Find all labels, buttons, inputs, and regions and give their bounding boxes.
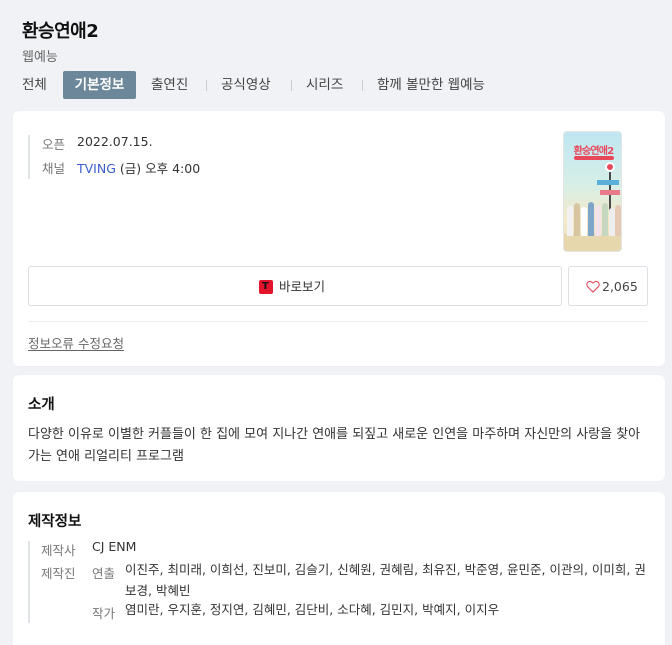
staff-label: 제작진	[41, 566, 76, 581]
poster-cast-group	[566, 198, 621, 236]
program-title[interactable]: 환승연애2	[22, 17, 99, 43]
premiere-label: 오픈	[42, 137, 66, 152]
writer-label: 작가	[92, 606, 116, 621]
producer-label: 제작사	[41, 543, 76, 558]
poster-ground	[564, 234, 621, 251]
program-genre: 웹예능	[22, 50, 58, 65]
poster-title-logo: 환승연애2	[573, 146, 615, 157]
poster-sign-badge	[605, 162, 615, 172]
intro-heading: 소개	[28, 397, 55, 413]
program-header: 환승연애2 웹예능 전체 기본정보 출연진 공식영상 시리즈 함께 볼만한 웹예…	[0, 0, 672, 108]
tab-divider	[291, 80, 292, 91]
director-label: 연출	[92, 566, 116, 581]
premiere-date: 2022.07.15.	[77, 134, 153, 149]
info-accent-bar	[28, 135, 30, 179]
watch-now-label: 바로보기	[279, 279, 326, 294]
producer-value[interactable]: CJ ENM	[92, 537, 136, 558]
tab-basic-info[interactable]: 기본정보	[63, 71, 136, 99]
intro-text: 다양한 이유로 이별한 커플들이 한 집에 모여 지나간 연애를 되짚고 새로운…	[28, 427, 641, 464]
channel-value: TVING (금) 오후 4:00	[77, 158, 200, 177]
writer-list: 염미란, 우지훈, 정지연, 김혜민, 김단비, 소다혜, 김민지, 박예지, …	[125, 602, 500, 617]
production-accent-bar	[28, 541, 30, 623]
tab-bar: 전체 기본정보 출연진 공식영상 시리즈 함께 볼만한 웹예능	[0, 71, 672, 99]
tab-cast[interactable]: 출연진	[151, 71, 188, 99]
tab-series[interactable]: 시리즈	[306, 71, 343, 99]
channel-link[interactable]: TVING	[77, 161, 116, 176]
tab-all[interactable]: 전체	[22, 71, 47, 99]
tab-divider	[362, 80, 363, 91]
like-button[interactable]: 2,065	[568, 266, 648, 306]
channel-label: 채널	[42, 161, 66, 176]
production-heading: 제작정보	[28, 514, 82, 530]
like-count: 2,065	[602, 279, 638, 294]
watch-now-button[interactable]: T 바로보기	[28, 266, 562, 306]
poster-tagline	[574, 156, 614, 160]
card-divider	[28, 321, 648, 322]
program-poster[interactable]: 환승연애2	[563, 131, 622, 252]
production-card: 제작정보 제작사 CJ ENM 제작진 연출 이진주, 최미래, 이희선, 진보…	[13, 492, 665, 645]
tab-official-video[interactable]: 공식영상	[221, 71, 271, 99]
broadcast-schedule: (금) 오후 4:00	[119, 161, 201, 176]
tab-divider	[206, 80, 207, 91]
poster-sign-arrow	[597, 180, 619, 185]
intro-card: 소개 다양한 이유로 이별한 커플들이 한 집에 모여 지나간 연애를 되짚고 …	[13, 375, 665, 481]
tving-logo-icon: T	[259, 280, 273, 294]
poster-sign-arrow	[600, 190, 620, 195]
report-error-link[interactable]: 정보오류 수정요청	[28, 333, 124, 352]
director-list: 이진주, 최미래, 이희선, 진보미, 김슬기, 신혜원, 권혜림, 최유진, …	[125, 562, 646, 598]
tab-related-shows[interactable]: 함께 볼만한 웹예능	[377, 71, 485, 99]
basic-info-card: 오픈 2022.07.15. 채널 TVING (금) 오후 4:00 환승연애…	[13, 111, 665, 366]
heart-outline-icon	[586, 280, 600, 293]
